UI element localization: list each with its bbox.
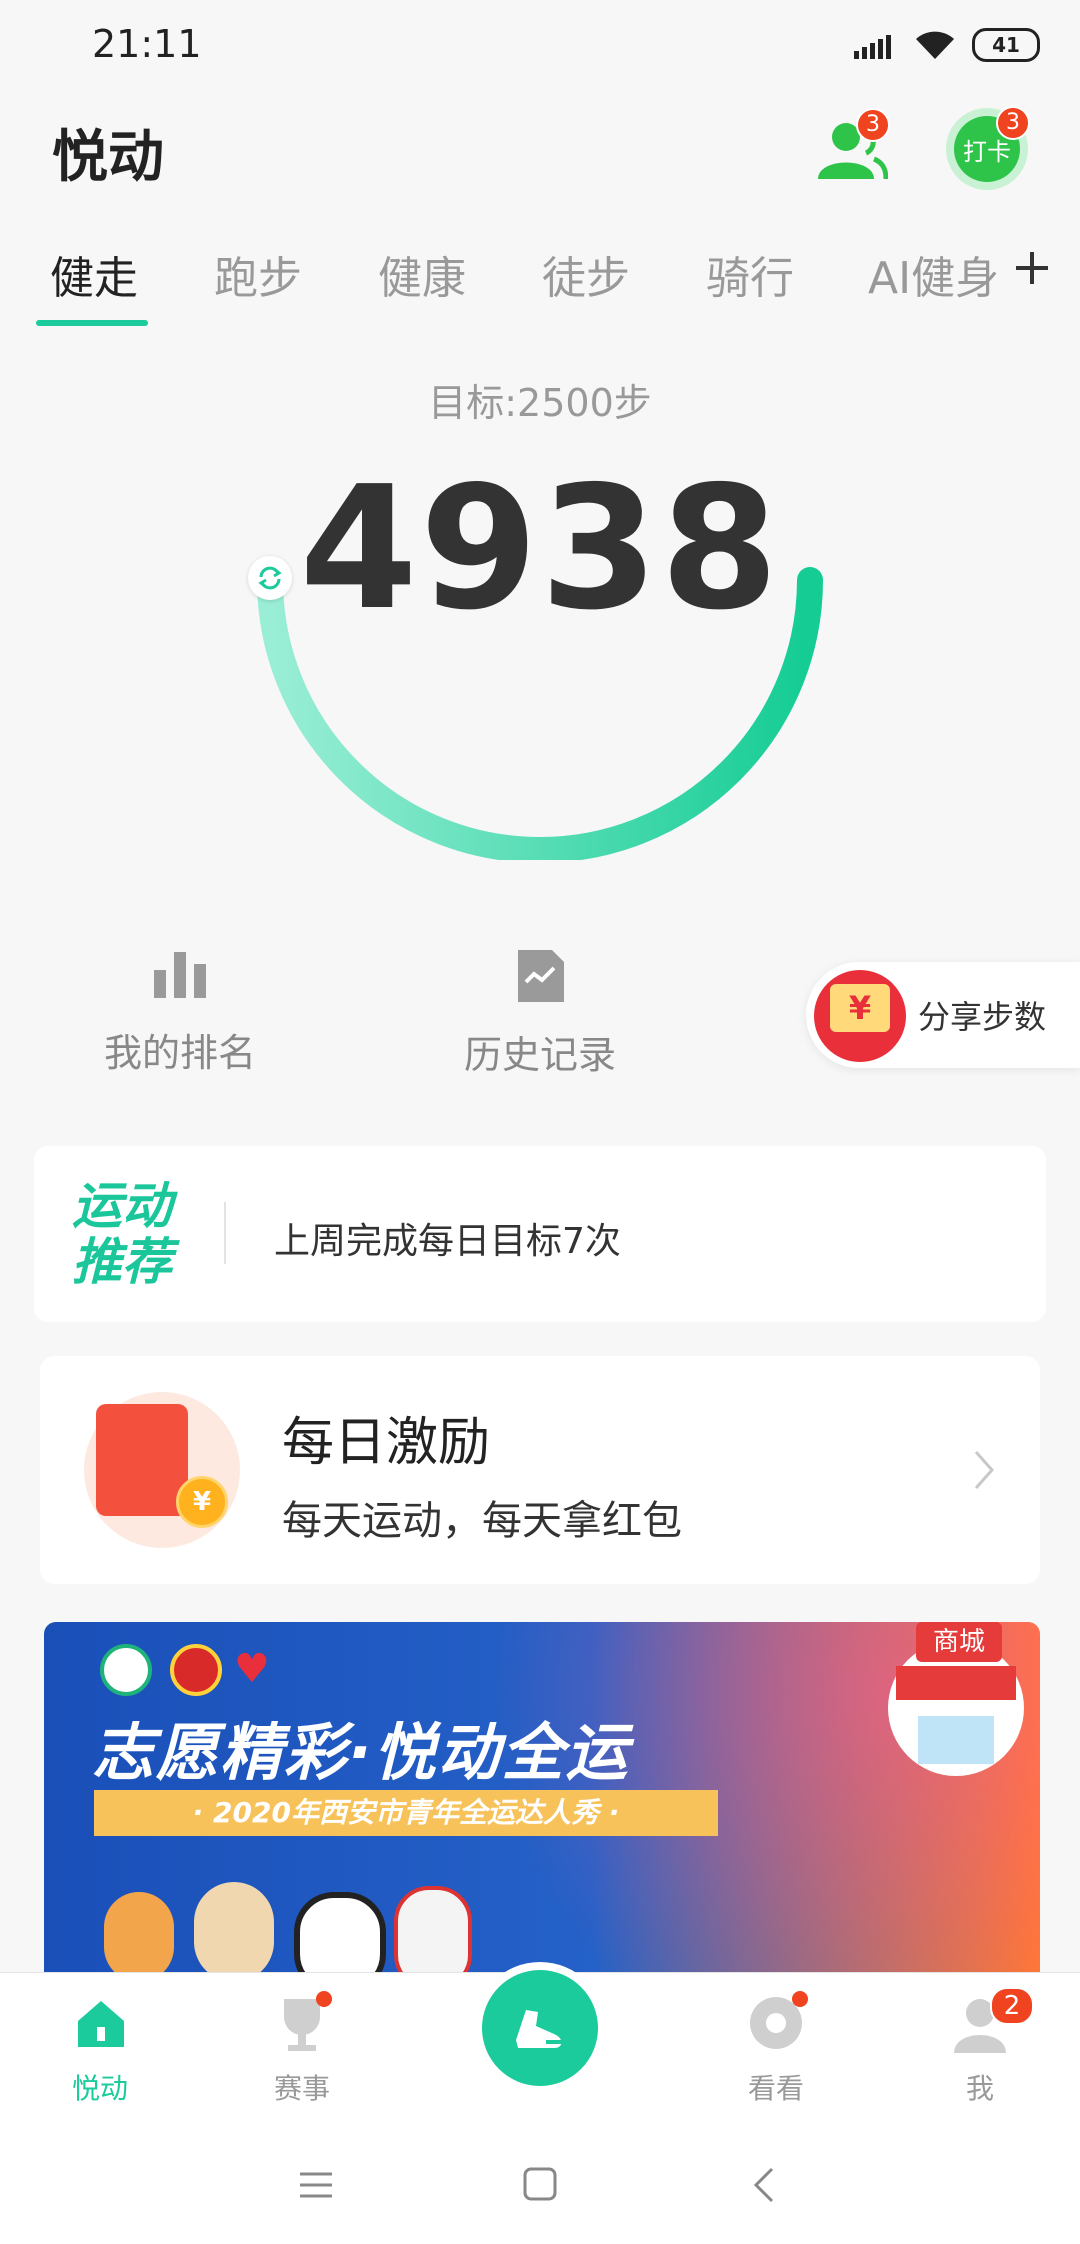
logo-emblem-icon bbox=[100, 1644, 152, 1696]
bar-chart-icon bbox=[154, 952, 206, 998]
wifi-icon bbox=[916, 31, 954, 59]
nav-label-events: 赛事 bbox=[273, 2072, 330, 2105]
history-label: 历史记录 bbox=[463, 1033, 616, 1077]
shop-label: 商城 bbox=[916, 1622, 1002, 1662]
red-envelope-icon: ¥ bbox=[814, 970, 906, 1062]
shop-window bbox=[918, 1716, 994, 1764]
page-title: 悦动 bbox=[52, 125, 164, 190]
nav-item-events[interactable]: 赛事 bbox=[232, 1983, 372, 2105]
tab-cycling[interactable]: 骑行 bbox=[706, 242, 794, 306]
nav-item-me[interactable]: 2 我 bbox=[910, 1983, 1050, 2105]
add-tab-icon[interactable] bbox=[1012, 248, 1052, 288]
nav-item-watch[interactable]: 看看 bbox=[706, 1983, 846, 2105]
tab-walking[interactable]: 健走 bbox=[50, 242, 138, 306]
tab-ai-fitness[interactable]: AI健身 bbox=[868, 242, 999, 306]
nav-label-yuedong: 悦动 bbox=[71, 2072, 128, 2105]
shop-awning bbox=[896, 1666, 1016, 1700]
fab-ring bbox=[474, 1962, 606, 2094]
daily-reward-subtitle: 每天运动，每天拿红包 bbox=[282, 1498, 682, 1544]
tab-hiking[interactable]: 徒步 bbox=[542, 242, 630, 306]
mascot-illustration bbox=[104, 1872, 524, 1974]
friends-button[interactable]: 3 bbox=[812, 108, 890, 188]
system-navigation-bar bbox=[0, 2110, 1080, 2244]
signal-icon bbox=[854, 35, 891, 59]
step-goal: 目标:2500步 bbox=[428, 381, 652, 425]
history-chart-icon bbox=[518, 950, 564, 1002]
nav-label-watch: 看看 bbox=[747, 2072, 804, 2105]
checkin-button[interactable]: 打卡 3 bbox=[946, 106, 1030, 190]
home-icon bbox=[78, 2001, 124, 2047]
chevron-right-icon bbox=[974, 1451, 995, 1489]
me-badge: 2 bbox=[990, 1987, 1034, 2025]
youth-league-logo-icon bbox=[170, 1644, 222, 1696]
tab-health[interactable]: 健康 bbox=[378, 242, 466, 306]
recommendation-title-line1: 运动 bbox=[72, 1177, 172, 1235]
divider bbox=[224, 1202, 226, 1264]
events-dot-badge bbox=[316, 1991, 332, 2007]
back-icon[interactable] bbox=[752, 2166, 776, 2204]
coin-icon: ¥ bbox=[176, 1476, 228, 1528]
recommendation-title-line2: 推荐 bbox=[72, 1233, 172, 1291]
status-time: 21:11 bbox=[92, 22, 202, 66]
recommendation-text: 上周完成每日目标7次 bbox=[274, 1221, 621, 1262]
start-workout-button[interactable] bbox=[482, 1970, 598, 2086]
share-steps-button[interactable]: ¥ 分享步数 bbox=[806, 962, 1080, 1068]
history-button[interactable]: 历史记录 bbox=[440, 948, 640, 1079]
daily-reward-title: 每日激励 bbox=[282, 1413, 491, 1473]
red-envelope-graphic bbox=[96, 1404, 188, 1516]
running-shoe-icon bbox=[516, 2010, 566, 2048]
nav-item-yuedong[interactable]: 悦动 bbox=[30, 1983, 170, 2105]
status-icons: 41 bbox=[854, 28, 1040, 62]
checkin-badge: 3 bbox=[996, 106, 1030, 140]
recommendation-title: 运动 推荐 bbox=[72, 1178, 172, 1290]
watch-dot-badge bbox=[792, 1991, 808, 2007]
friends-badge: 3 bbox=[856, 108, 890, 142]
banner-subtitle: · 2020年西安市青年全运达人秀 · bbox=[94, 1790, 718, 1836]
step-count: 4938 bbox=[299, 450, 781, 648]
tab-running[interactable]: 跑步 bbox=[214, 242, 302, 306]
active-tab-indicator bbox=[36, 320, 148, 326]
nav-label-me: 我 bbox=[965, 2072, 994, 2105]
red-envelope-symbol: ¥ bbox=[830, 984, 890, 1032]
my-ranking-label: 我的排名 bbox=[103, 1031, 256, 1075]
sport-tabs: 健走 跑步 健康 徒步 骑行 AI健身 bbox=[0, 230, 1080, 330]
heart-icon: ♥ bbox=[234, 1646, 270, 1692]
battery-indicator: 41 bbox=[972, 28, 1040, 62]
reward-icon: ¥ bbox=[84, 1392, 240, 1548]
my-ranking-button[interactable]: 我的排名 bbox=[80, 948, 280, 1077]
banner-headline: 志愿精彩·悦动全运 bbox=[92, 1716, 630, 1789]
share-steps-label: 分享步数 bbox=[918, 998, 1047, 1036]
promo-banner[interactable]: ♥ 志愿精彩·悦动全运 · 2020年西安市青年全运达人秀 · 商城 bbox=[44, 1622, 1040, 1974]
home-square-icon[interactable] bbox=[522, 2166, 558, 2202]
menu-icon[interactable] bbox=[298, 2170, 334, 2200]
